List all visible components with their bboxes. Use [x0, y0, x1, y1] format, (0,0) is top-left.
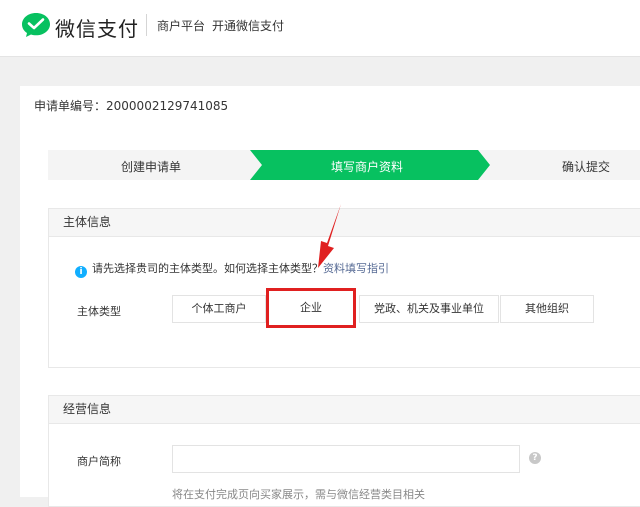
subject-type-label: 主体类型: [77, 305, 121, 318]
nav-open-wechat-pay[interactable]: 开通微信支付: [212, 17, 284, 34]
business-info-section: 经营信息 商户简称 ? 将在支付完成页向买家展示，需与微信经营类目相关: [48, 395, 640, 507]
merchant-short-name-label: 商户简称: [77, 455, 121, 468]
subject-tip-separator: ？: [312, 262, 323, 275]
application-number: 申请单编号：2000002129741085: [34, 97, 228, 114]
subject-tip-text: 请先选择贵司的主体类型。如何选择主体类型: [92, 262, 312, 275]
header-divider: [146, 14, 147, 36]
option-enterprise[interactable]: 企业: [266, 288, 356, 328]
form-guide-link[interactable]: 资料填写指引: [323, 262, 389, 275]
wechat-pay-logo-icon[interactable]: [20, 11, 52, 39]
option-government-institution[interactable]: 党政、机关及事业单位: [359, 295, 499, 323]
step-confirm-submit: 确认提交: [562, 160, 611, 174]
progress-steps: 创建申请单 填写商户资料 确认提交: [48, 150, 640, 180]
info-icon: i: [75, 266, 87, 278]
application-number-label: 申请单编号：: [34, 99, 107, 113]
application-number-value: 2000002129741085: [106, 99, 229, 113]
help-icon[interactable]: ?: [529, 452, 541, 464]
nav-merchant-platform[interactable]: 商户平台: [157, 17, 205, 34]
subject-info-title: 主体信息: [49, 209, 640, 237]
option-other-organization[interactable]: 其他组织: [500, 295, 594, 323]
merchant-short-name-input[interactable]: [172, 445, 520, 473]
subject-info-section: 主体信息 i 请先选择贵司的主体类型。如何选择主体类型？资料填写指引 主体类型 个…: [48, 208, 640, 368]
option-individual-business[interactable]: 个体工商户: [172, 295, 266, 323]
merchant-short-name-hint: 将在支付完成页向买家展示，需与微信经营类目相关: [172, 488, 425, 501]
top-navigation-bar: 微信支付 商户平台 开通微信支付: [0, 0, 640, 57]
step-fill-merchant-info: 填写商户资料: [331, 160, 404, 174]
main-panel: 申请单编号：2000002129741085 创建申请单 填写商户资料 确认提交…: [20, 86, 640, 507]
business-info-title: 经营信息: [49, 396, 640, 424]
brand-name[interactable]: 微信支付: [55, 13, 139, 42]
step-create-application: 创建申请单: [121, 160, 182, 174]
subject-tip: i 请先选择贵司的主体类型。如何选择主体类型？资料填写指引: [75, 260, 389, 278]
